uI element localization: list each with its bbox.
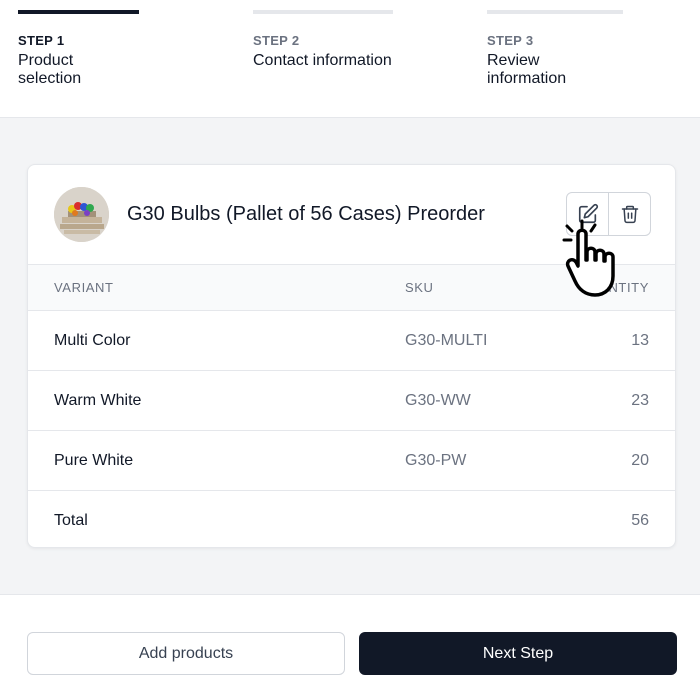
total-row: Total 56: [28, 490, 675, 547]
table-row: Warm White G30-WW 23: [28, 370, 675, 431]
table-row: Multi Color G30-MULTI 13: [28, 310, 675, 371]
step-1-progress-bar: [18, 10, 139, 14]
step-2[interactable]: STEP 2 Contact information: [253, 0, 393, 70]
edit-product-button[interactable]: [567, 193, 608, 235]
product-card: G30 Bulbs (Pallet of 56 Cases) Preorder: [27, 164, 676, 548]
table-row: Pure White G30-PW 20: [28, 430, 675, 491]
stepper: STEP 1 Product selection STEP 2 Contact …: [0, 0, 700, 118]
step-3-number: STEP 3: [487, 33, 534, 48]
trash-icon: [621, 205, 638, 224]
edit-icon: [578, 203, 598, 224]
step-2-progress-bar: [253, 10, 393, 14]
quantity-cell: 13: [533, 310, 675, 371]
product-actions: [566, 192, 651, 236]
step-2-name: Contact information: [253, 52, 392, 69]
product-card-header: G30 Bulbs (Pallet of 56 Cases) Preorder: [28, 165, 675, 264]
product-title: G30 Bulbs (Pallet of 56 Cases) Preorder: [127, 203, 485, 225]
step-3-progress-bar: [487, 10, 623, 14]
step-1-number: STEP 1: [18, 33, 65, 48]
total-label: Total: [28, 490, 379, 547]
variant-cell: Pure White: [28, 430, 379, 491]
table-header-row: VARIANT SKU QUANTITY: [28, 264, 675, 311]
step-2-number: STEP 2: [253, 33, 300, 48]
quantity-cell: 20: [533, 430, 675, 491]
delete-product-button[interactable]: [608, 193, 650, 235]
step-3-name: Review information: [487, 52, 567, 87]
next-step-button[interactable]: Next Step: [359, 632, 677, 675]
column-header-variant: VARIANT: [28, 264, 379, 311]
step-3[interactable]: STEP 3 Review information: [487, 0, 623, 88]
column-header-sku: SKU: [379, 264, 534, 311]
variants-table: VARIANT SKU QUANTITY Multi Color G30-MUL…: [28, 264, 675, 547]
bulbs-pallet-image: [54, 187, 109, 242]
sku-cell: G30-MULTI: [379, 310, 534, 371]
sku-cell: G30-WW: [379, 370, 534, 431]
step-1-name: Product selection: [18, 52, 82, 87]
column-header-quantity: QUANTITY: [533, 264, 675, 311]
variant-cell: Multi Color: [28, 310, 379, 371]
footer-actions: Add products Next Step: [0, 594, 700, 700]
add-products-button[interactable]: Add products: [27, 632, 345, 675]
total-sku-empty: [379, 490, 534, 547]
product-thumbnail: [54, 187, 109, 242]
quantity-cell: 23: [533, 370, 675, 431]
step-1[interactable]: STEP 1 Product selection: [18, 0, 139, 88]
variant-cell: Warm White: [28, 370, 379, 431]
total-quantity: 56: [533, 490, 675, 547]
sku-cell: G30-PW: [379, 430, 534, 491]
